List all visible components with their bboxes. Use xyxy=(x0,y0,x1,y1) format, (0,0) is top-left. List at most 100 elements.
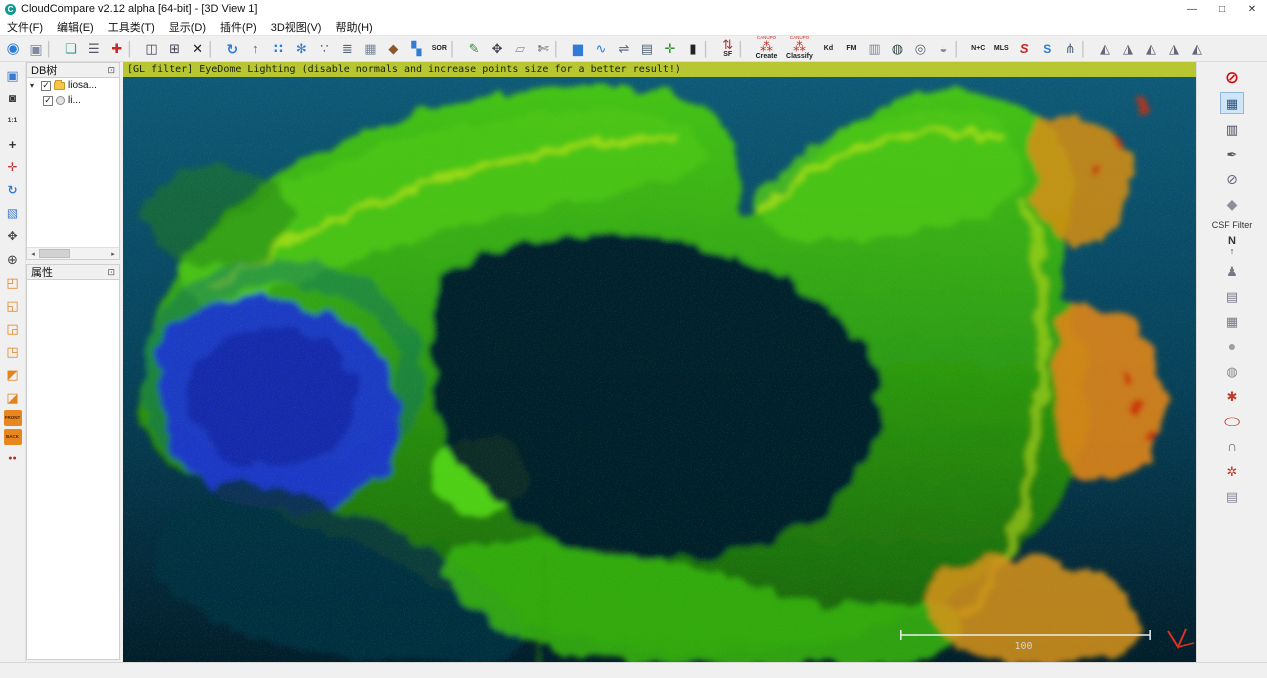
scroll-right-icon[interactable]: ▸ xyxy=(107,250,119,258)
grid-small-icon[interactable]: ▦ xyxy=(1221,311,1243,331)
mini-chart-icon[interactable]: ▥ xyxy=(863,37,885,61)
fm-icon[interactable]: FM xyxy=(840,37,862,61)
density-icon[interactable]: ≣ xyxy=(336,37,358,61)
mls-smooth-icon[interactable]: MLS xyxy=(990,37,1012,61)
zoom-fit-icon[interactable]: + xyxy=(2,134,23,154)
trash-icon[interactable]: ▮ xyxy=(682,37,704,61)
plugin-e-icon[interactable]: ◭ xyxy=(1186,37,1208,61)
tree-checkbox[interactable]: ✓ xyxy=(43,96,53,106)
pan-icon[interactable]: ✥ xyxy=(2,226,23,246)
m3c2-icon[interactable]: ▤ xyxy=(1221,286,1243,306)
ortho-cube-icon[interactable]: ▧ xyxy=(2,203,23,223)
gear-red-icon[interactable]: ✱ xyxy=(1221,386,1243,406)
zoom-icon[interactable]: ⊕ xyxy=(2,249,23,269)
clone-icon[interactable]: ❏ xyxy=(60,37,82,61)
view-back-icon[interactable]: BACK xyxy=(4,429,22,445)
roof-icon[interactable]: ▤ xyxy=(1221,486,1243,506)
viewport-3d[interactable]: [GL filter] EyeDome Lighting (disable no… xyxy=(123,62,1196,662)
scroll-left-icon[interactable]: ◂ xyxy=(27,250,39,258)
octree-icon[interactable]: ✻ xyxy=(290,37,312,61)
sphere-grey-icon[interactable]: ● xyxy=(1221,336,1243,356)
fit-grid-icon[interactable]: ▦ xyxy=(359,37,381,61)
plugin-c-icon[interactable]: ◭ xyxy=(1140,37,1162,61)
menu-item[interactable]: 编辑(E) xyxy=(50,19,101,35)
csf-filter-active-icon[interactable]: ▦ xyxy=(1220,92,1244,114)
trace-polyline-icon[interactable]: ✎ xyxy=(463,37,485,61)
maximize-button[interactable]: □ xyxy=(1207,0,1237,18)
point-size-icon[interactable]: ↑ xyxy=(244,37,266,61)
zoom-1-1-icon[interactable]: 1:1 xyxy=(2,111,23,131)
view-right-icon[interactable]: ◳ xyxy=(2,341,23,361)
minimize-button[interactable]: — xyxy=(1177,0,1207,18)
close-button[interactable]: ✕ xyxy=(1237,0,1267,18)
matrix-icon[interactable]: ▤ xyxy=(636,37,658,61)
view-left-icon[interactable]: ◲ xyxy=(2,318,23,338)
rotate-view-icon[interactable]: ↻ xyxy=(2,180,23,200)
menu-item[interactable]: 工具类(T) xyxy=(101,19,162,35)
interpolate-colors-icon[interactable]: ▚ xyxy=(405,37,427,61)
menu-item[interactable]: 文件(F) xyxy=(0,19,50,35)
menu-item[interactable]: 帮助(H) xyxy=(328,19,379,35)
ellipse-red-icon[interactable]: ◯ xyxy=(1221,416,1243,427)
camera-icon[interactable]: ◙ xyxy=(2,88,23,108)
dropper-icon[interactable]: ✒ xyxy=(1221,144,1243,164)
curvature-icon[interactable]: ∿ xyxy=(590,37,612,61)
magnet-icon[interactable]: ∩ xyxy=(1221,436,1243,456)
merge-icon[interactable]: ◫ xyxy=(141,37,163,61)
translate-icon[interactable]: ✥ xyxy=(486,37,508,61)
fork-icon[interactable]: ⋔ xyxy=(1059,37,1081,61)
add-icon[interactable]: ✛ xyxy=(659,37,681,61)
plugin-d-icon[interactable]: ◮ xyxy=(1163,37,1185,61)
view-iso2-icon[interactable]: ◪ xyxy=(2,387,23,407)
person-icon[interactable]: ♟ xyxy=(1221,261,1243,281)
plugin-a-icon[interactable]: ◭ xyxy=(1094,37,1116,61)
las-s-icon[interactable]: S xyxy=(1013,37,1035,61)
panel-float-icon[interactable]: ⊡ xyxy=(107,65,115,76)
panel-float-icon[interactable]: ⊡ xyxy=(107,267,115,278)
screenshot-icon[interactable]: ▣ xyxy=(2,65,23,85)
properties-icon[interactable]: ☰ xyxy=(83,37,105,61)
scrollbar-thumb[interactable] xyxy=(39,249,70,258)
menu-item[interactable]: 显示(D) xyxy=(162,19,213,35)
animation-film-icon[interactable]: ▥ xyxy=(1221,119,1243,139)
tree-item-root[interactable]: ▾ ✓ liosa... xyxy=(27,78,119,93)
menu-item[interactable]: 3D视图(V) xyxy=(264,19,329,35)
view-top-icon[interactable]: ◰ xyxy=(2,272,23,292)
noise-filter-icon[interactable]: ∵ xyxy=(313,37,335,61)
gear-red2-icon[interactable]: ✲ xyxy=(1221,461,1243,481)
globe-dark-icon[interactable]: ◍ xyxy=(886,37,908,61)
horizontal-scrollbar[interactable]: ◂ ▸ xyxy=(27,247,119,259)
view-bottom-icon[interactable]: ◱ xyxy=(2,295,23,315)
tree-checkbox[interactable]: ✓ xyxy=(41,81,51,91)
recenter-icon[interactable]: ↻ xyxy=(221,37,243,61)
sor-filter-icon[interactable]: SOR xyxy=(428,37,450,61)
tree-item-cloud[interactable]: ✓ li... xyxy=(27,93,119,108)
render-pause-icon[interactable]: ⊘ xyxy=(1221,67,1243,87)
view-front-icon[interactable]: FRONT xyxy=(4,410,22,426)
sphere-striped-icon[interactable]: ◒ xyxy=(932,37,954,61)
circle-slash-icon[interactable]: ⊘ xyxy=(1221,169,1243,189)
delete-icon[interactable]: ✕ xyxy=(187,37,209,61)
cross-section-icon[interactable]: ✄ xyxy=(532,37,554,61)
normals-arrow-icon[interactable]: N↑ xyxy=(1221,236,1243,256)
kd-tree-icon[interactable]: Kd xyxy=(817,37,839,61)
shield-icon[interactable]: ◆ xyxy=(1221,194,1243,214)
fit-plane-icon[interactable]: ▱ xyxy=(509,37,531,61)
sf-arrows-icon[interactable]: ⇅SF xyxy=(717,37,739,61)
open-icon[interactable]: ◉ xyxy=(2,37,24,61)
point-cloud-canvas[interactable]: 100 xyxy=(123,77,1196,662)
stereo-icon[interactable]: ●● xyxy=(2,448,23,468)
crop-icon[interactable]: ⊞ xyxy=(164,37,186,61)
histogram-icon[interactable]: ▆ xyxy=(567,37,589,61)
pivot-icon[interactable]: ✛ xyxy=(2,157,23,177)
normals-compute-icon[interactable]: N+C xyxy=(967,37,989,61)
scrollbar-track[interactable] xyxy=(39,248,107,259)
canupo-create-icon[interactable]: CANUPO⁂Create xyxy=(751,37,781,61)
subsample-icon[interactable]: ∷ xyxy=(267,37,289,61)
resample-icon[interactable]: ⇌ xyxy=(613,37,635,61)
tree-caret-icon[interactable]: ▾ xyxy=(30,81,38,90)
global-shift-icon[interactable]: ✚ xyxy=(106,37,128,61)
paint-bucket-icon[interactable]: ◆ xyxy=(382,37,404,61)
save-icon[interactable]: ▣ xyxy=(25,37,47,61)
hex-icon[interactable]: ◍ xyxy=(1221,361,1243,381)
